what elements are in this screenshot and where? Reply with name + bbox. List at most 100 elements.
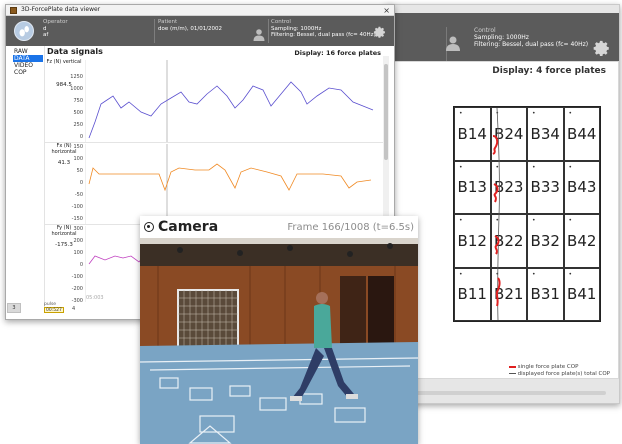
plate-label: B14 — [457, 124, 487, 143]
window-titlebar: 3D-ForcePlate data viewer × — [6, 5, 394, 16]
ytick: 750 — [73, 98, 83, 104]
ytick: 150 — [73, 144, 83, 150]
camera-window: Camera Frame 166/1008 (t=6.5s) — [140, 216, 418, 444]
operator-line2: af — [43, 32, 49, 38]
plate-label: B43 — [567, 178, 597, 197]
gear-icon[interactable] — [372, 24, 388, 40]
plate-marker: • — [532, 110, 536, 117]
ytick: 50 — [76, 168, 83, 174]
plate-marker: • — [459, 163, 463, 171]
pulse-box: pulse 00:527 — [44, 302, 66, 313]
control-label: Control — [474, 27, 496, 34]
plate-marker: • — [495, 270, 500, 278]
menu-item-video[interactable]: VIDEO — [13, 62, 43, 69]
side-menu: RAW DATA VIDEO COP — [13, 48, 43, 76]
plate-label: B44 — [567, 124, 597, 143]
fz-signal-plot — [85, 60, 374, 142]
plate-label: B32 — [530, 231, 560, 250]
menu-item-cop[interactable]: COP — [13, 69, 43, 76]
cop-legend: single force plate COP displayed force p… — [508, 364, 610, 378]
plate-label: B11 — [457, 285, 487, 304]
plate-marker: • — [459, 217, 463, 224]
header-divider — [268, 19, 269, 43]
plate-label: B21 — [494, 285, 524, 304]
ytick: 100 — [73, 156, 83, 162]
ytick: 500 — [73, 110, 83, 116]
frame-number-box[interactable]: 3 — [7, 303, 21, 313]
ytick: -100 — [71, 274, 83, 280]
legend-total: displayed force plate(s) total COP — [508, 371, 610, 378]
plate-cell[interactable]: • B22 — [490, 214, 527, 268]
legend-single: single force plate COP — [508, 364, 610, 371]
horizontal-scrollbar[interactable] — [396, 391, 606, 395]
plot-label-fz: Fz (N) vertical — [46, 59, 82, 65]
operator-label: Operator — [43, 19, 68, 25]
plate-label: B42 — [567, 231, 597, 250]
plot-separator — [45, 142, 385, 143]
close-icon[interactable]: × — [383, 6, 390, 15]
plate-cell[interactable]: • B24 — [490, 107, 527, 161]
ytick: -150 — [71, 216, 83, 222]
plate-label: B13 — [457, 178, 487, 197]
plate-label: B34 — [530, 124, 560, 143]
plate-marker: • — [459, 110, 463, 117]
plate-cell[interactable]: • B21 — [490, 267, 527, 321]
plate-cell[interactable]: • B44 — [563, 107, 600, 161]
plate-marker: • — [495, 217, 500, 224]
plate-cell[interactable]: • B31 — [527, 267, 564, 321]
door-right — [368, 276, 394, 348]
camera-title: Camera — [158, 219, 219, 235]
ytick: 0 — [79, 134, 83, 140]
plate-cell[interactable]: • B32 — [527, 214, 564, 268]
plate-marker: • — [568, 110, 573, 117]
camera-radio[interactable] — [144, 222, 154, 232]
pulse-value[interactable]: 00:527 — [44, 307, 64, 313]
control-field: Control Sampling: 1000Hz Filtering: Bess… — [271, 19, 376, 39]
viewer-header-bar: Operator d af Patient doe (m/m), 01/01/2… — [6, 16, 394, 46]
display-label: Display: 16 force plates — [294, 49, 381, 57]
display-label: Display: 4 force plates — [492, 66, 606, 76]
plate-marker: • — [459, 270, 463, 278]
plate-cell[interactable]: • B34 — [527, 107, 564, 161]
ytick: -100 — [71, 204, 83, 210]
plate-marker: • — [568, 163, 573, 171]
plate-cell[interactable]: • B41 — [563, 267, 600, 321]
ytick: 0 — [79, 262, 83, 268]
mid-time: 05:003 — [86, 295, 104, 301]
ytick: 100 — [73, 250, 83, 256]
plate-cell[interactable]: • B33 — [527, 160, 564, 214]
plate-cell[interactable]: • B14 — [454, 107, 491, 161]
plate-marker: • — [532, 163, 536, 171]
plate-cell[interactable]: • B12 — [454, 214, 491, 268]
menu-item-data[interactable]: DATA — [13, 55, 43, 62]
patient-field: Patient doe (m/m), 01/01/2002 — [158, 19, 222, 32]
legend-swatch-gray — [508, 373, 516, 374]
cop-control-info: Control Sampling: 1000Hz Filtering: Bess… — [474, 27, 588, 48]
plate-label: B33 — [530, 178, 560, 197]
sampling-text: Sampling: 1000Hz — [474, 34, 529, 41]
plate-label: B12 — [457, 231, 487, 250]
plate-marker: • — [495, 163, 500, 171]
fx-signal-plot — [85, 144, 372, 224]
plate-cell[interactable]: • B13 — [454, 160, 491, 214]
force-plate-grid: • B14 • B24 • B34 • B44 • B13 • B23 • B33 • B43 … — [453, 106, 601, 322]
ceiling-light — [140, 238, 418, 244]
plate-marker: • — [532, 270, 536, 278]
plate-cell[interactable]: • B11 — [454, 267, 491, 321]
plate-cell[interactable]: • B43 — [563, 160, 600, 214]
cop-viewer-window: Control Sampling: 1000Hz Filtering: Bess… — [385, 4, 620, 404]
plate-cell[interactable]: • B42 — [563, 214, 600, 268]
scroll-thumb[interactable] — [384, 64, 388, 160]
gear-icon[interactable] — [591, 37, 613, 59]
user-icon[interactable] — [444, 35, 462, 51]
ytick: 200 — [73, 238, 83, 244]
plate-label: B24 — [494, 124, 524, 143]
plate-cell[interactable]: • B23 — [490, 160, 527, 214]
cop-header-bar: Control Sampling: 1000Hz Filtering: Bess… — [386, 13, 619, 67]
camera-video-frame[interactable] — [140, 238, 418, 444]
camera-header: Camera Frame 166/1008 (t=6.5s) — [140, 216, 418, 238]
content-title: Data signals — [47, 47, 103, 56]
menu-item-raw[interactable]: RAW — [13, 48, 43, 55]
filtering-text: Filtering: Bessel, dual pass (fc= 40Hz) — [271, 32, 376, 38]
user-icon[interactable] — [252, 28, 266, 41]
